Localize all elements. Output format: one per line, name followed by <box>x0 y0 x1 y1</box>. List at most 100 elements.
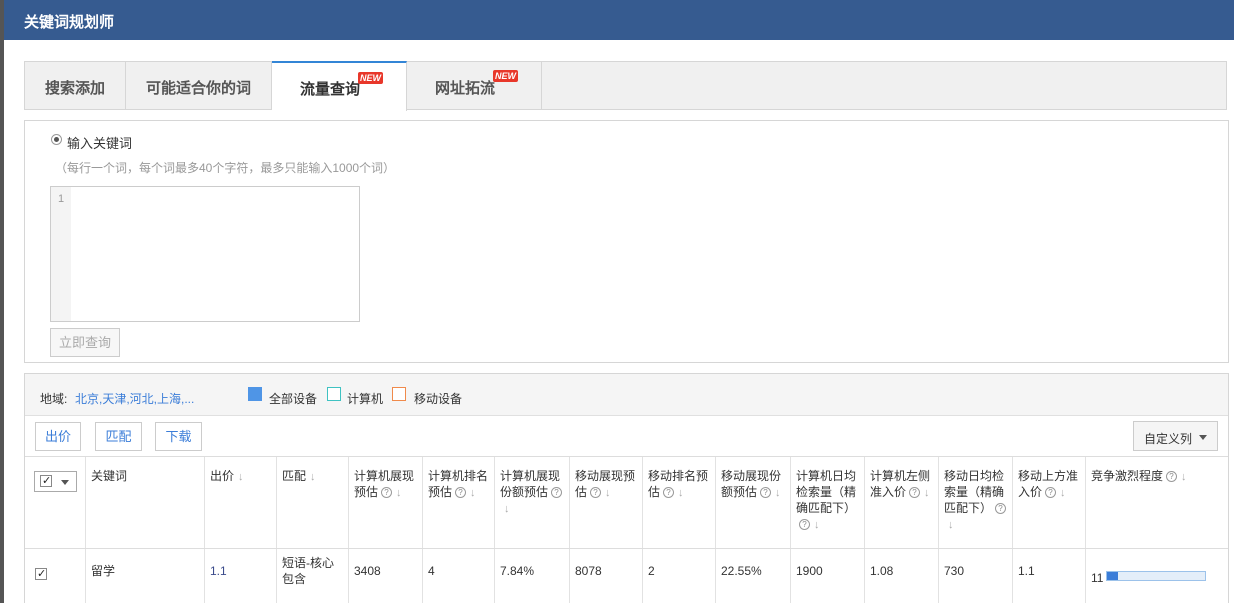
sort-arrow-icon[interactable]: ↓ <box>814 517 820 533</box>
cell-mobile-rank: 2 <box>643 549 716 603</box>
header-pc-impressions[interactable]: 计算机展现 预估? ↓ <box>349 457 423 548</box>
header-bid[interactable]: 出价 ↓ <box>205 457 277 548</box>
header-label: 检索量（精 <box>796 485 857 499</box>
header-label: 计算机排名 <box>428 469 489 483</box>
sort-arrow-icon[interactable]: ↓ <box>605 485 611 501</box>
sort-arrow-icon[interactable]: ↓ <box>396 485 402 501</box>
header-label: 匹配 <box>282 469 307 483</box>
legend-all-devices-swatch[interactable] <box>248 387 262 401</box>
help-icon[interactable]: ? <box>760 487 772 499</box>
legend-computer[interactable]: 计算机 <box>347 390 383 407</box>
keyword-input-panel: 输入关键词 （每行一个词，每个词最多40个字符，最多只能输入1000个词） 1 … <box>24 120 1229 363</box>
select-all-cell <box>25 457 86 548</box>
tab-suggested-words[interactable]: 可能适合你的词 <box>126 61 272 110</box>
header-label: 入价 <box>1018 485 1043 499</box>
sort-arrow-icon[interactable]: ↓ <box>678 485 684 501</box>
sort-arrow-icon[interactable]: ↓ <box>238 469 244 485</box>
competition-value: 11 <box>1091 571 1104 585</box>
help-icon[interactable]: ? <box>590 487 602 499</box>
custom-columns-button[interactable]: 自定义列 <box>1133 421 1218 451</box>
help-icon[interactable]: ? <box>1045 487 1057 499</box>
sort-arrow-icon[interactable]: ↓ <box>470 485 476 501</box>
help-icon[interactable]: ? <box>663 487 675 499</box>
sort-arrow-icon[interactable]: ↓ <box>1060 485 1066 501</box>
header-pc-daily-search[interactable]: 计算机日均 检索量（精 确匹配下）? ↓ <box>791 457 865 548</box>
header-mobile-daily-search[interactable]: 移动日均检 索量（精确 匹配下） ? ↓ <box>939 457 1013 548</box>
input-hint: （每行一个词，每个词最多40个字符，最多只能输入1000个词） <box>55 161 396 175</box>
help-icon[interactable]: ? <box>1166 471 1178 483</box>
help-icon[interactable]: ? <box>455 487 467 499</box>
header-label: 额预估 <box>721 485 758 499</box>
results-table: 关键词出价↓匹配↓计算机展现预估?↓计算机排名预估?↓计算机展现份额预估?↓移动… <box>25 456 1228 603</box>
cell-pc-daily-search: 1900 <box>791 549 865 603</box>
header-pc-left-price[interactable]: 计算机左侧 准入价? ↓ <box>865 457 939 548</box>
cell-mobile-top-price: 1.1 <box>1013 549 1086 603</box>
header-label: 移动展现份 <box>721 469 782 483</box>
cell-mobile-daily-search: 730 <box>939 549 1013 603</box>
legend-computer-swatch[interactable] <box>327 387 341 401</box>
table-header-row: 关键词出价↓匹配↓计算机展现预估?↓计算机排名预估?↓计算机展现份额预估?↓移动… <box>25 457 1228 549</box>
keyword-textarea[interactable]: 1 <box>50 186 360 322</box>
header-competition[interactable]: 竞争激烈程度? ↓ <box>1086 457 1228 548</box>
app-title: 关键词规划师 <box>24 14 115 31</box>
header-mobile-share[interactable]: 移动展现份额预估? ↓ <box>716 457 791 548</box>
help-icon[interactable]: ? <box>799 519 810 531</box>
help-icon[interactable]: ? <box>909 487 921 499</box>
cell-match: 短语-核心包含 <box>277 549 349 603</box>
header-label: 份额预估 <box>500 485 549 499</box>
region-link[interactable]: 北京,天津,河北,上海,... <box>75 390 194 407</box>
sort-arrow-icon[interactable]: ↓ <box>924 485 930 501</box>
tab-label: 搜索添加 <box>44 80 105 97</box>
tab-bar: 搜索添加 可能适合你的词 流量查询 NEW 网址拓流 NEW <box>24 61 1227 111</box>
header-mobile-rank[interactable]: 移动排名预估? ↓ <box>643 457 716 548</box>
sort-arrow-icon[interactable]: ↓ <box>1181 469 1187 485</box>
legend-mobile[interactable]: 移动设备 <box>414 390 462 407</box>
competition-bar <box>1106 571 1206 581</box>
tab-label: 网址拓流 <box>434 80 495 97</box>
cell-keyword: 留学 <box>86 549 205 603</box>
row-checkbox-cell <box>25 549 86 603</box>
keyword-input-radio[interactable] <box>51 134 62 145</box>
tab-search-add[interactable]: 搜索添加 <box>25 61 126 110</box>
header-mobile-top-price[interactable]: 移动上方准 入价? ↓ <box>1013 457 1086 548</box>
header-label: 索量（精确 <box>944 485 1005 499</box>
select-all-dropdown[interactable] <box>34 471 77 492</box>
cell-competition: 11 <box>1086 549 1228 603</box>
query-button[interactable]: 立即查询 <box>50 328 120 357</box>
window-edge <box>0 0 4 603</box>
header-label: 预估 <box>354 485 379 499</box>
help-icon[interactable]: ? <box>381 487 393 499</box>
header-mobile-impressions[interactable]: 移动展现预估? ↓ <box>570 457 643 548</box>
cell-pc-left-price: 1.08 <box>865 549 939 603</box>
header-label: 估 <box>575 485 588 499</box>
new-badge: NEW <box>493 70 518 82</box>
cell-pc-impressions: 3408 <box>349 549 423 603</box>
legend-all-devices[interactable]: 全部设备 <box>269 390 317 407</box>
bid-button[interactable]: 出价 <box>35 422 81 451</box>
header-label: 计算机左侧 <box>870 469 931 483</box>
sort-arrow-icon[interactable]: ↓ <box>310 469 316 485</box>
row-checkbox[interactable] <box>35 566 47 582</box>
header-match[interactable]: 匹配 ↓ <box>277 457 349 548</box>
line-number: 1 <box>51 187 71 321</box>
region-label: 地域: <box>40 392 68 406</box>
header-pc-share[interactable]: 计算机展现 份额预估 ? ↓ <box>495 457 570 548</box>
sort-arrow-icon[interactable]: ↓ <box>504 501 510 517</box>
match-button[interactable]: 匹配 <box>95 422 142 451</box>
help-icon[interactable]: ? <box>551 487 563 499</box>
tab-traffic-query[interactable]: 流量查询 NEW <box>272 61 407 111</box>
download-button[interactable]: 下载 <box>155 422 202 451</box>
sort-arrow-icon[interactable]: ↓ <box>775 485 781 501</box>
sort-arrow-icon[interactable]: ↓ <box>948 517 954 533</box>
header-keyword[interactable]: 关键词 <box>86 457 205 548</box>
tab-url-expand[interactable]: 网址拓流 NEW <box>407 61 542 110</box>
header-label: 移动排名预 <box>648 469 709 483</box>
radio-label: 输入关键词 <box>67 136 133 151</box>
app-title-bar: 关键词规划师 <box>4 0 1234 40</box>
results-toolbar: 出价 匹配 下载 自定义列 <box>25 416 1228 456</box>
cell-bid: 1.1 <box>205 549 277 603</box>
legend-mobile-swatch[interactable] <box>392 387 406 401</box>
header-pc-rank[interactable]: 计算机排名 预估? ↓ <box>423 457 495 548</box>
cell-mobile-impressions: 8078 <box>570 549 643 603</box>
help-icon[interactable]: ? <box>995 503 1007 515</box>
